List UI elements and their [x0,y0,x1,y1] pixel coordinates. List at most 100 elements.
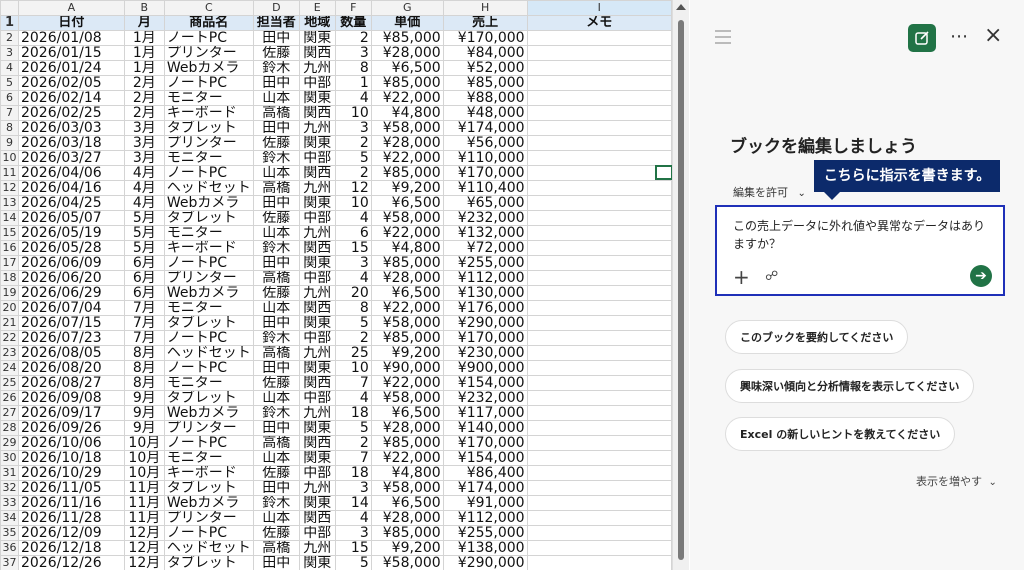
cell[interactable]: 3 [334,480,372,496]
cell[interactable]: ¥290,000 [442,315,528,331]
row-header[interactable]: 21 [0,315,19,331]
cell[interactable]: 数量 [334,15,372,31]
cell[interactable]: 10 [334,195,372,211]
cell[interactable]: 2026/11/28 [17,510,125,526]
cell[interactable]: ¥232,000 [442,210,528,226]
cell[interactable]: 6月 [123,255,165,271]
cell[interactable] [526,300,672,316]
cell[interactable] [526,390,672,406]
cell[interactable]: 高橋 [252,270,300,286]
send-button[interactable]: ➔ [970,265,992,287]
cell[interactable]: 3 [334,45,372,61]
cell[interactable]: ¥4,800 [370,465,444,481]
cell[interactable]: 2026/01/08 [17,30,125,46]
column-header[interactable]: G [370,0,444,16]
cell[interactable]: ¥28,000 [370,45,444,61]
row-header[interactable]: 28 [0,420,19,436]
cell[interactable]: ¥174,000 [442,480,528,496]
cell[interactable]: 関西 [298,375,336,391]
cell[interactable]: ¥58,000 [370,120,444,136]
cell[interactable] [526,120,672,136]
cell[interactable] [526,255,672,271]
cell[interactable]: 5月 [123,240,165,256]
cell[interactable]: 佐藤 [252,465,300,481]
cell[interactable]: ¥22,000 [370,225,444,241]
suggestion-trends[interactable]: 興味深い傾向と分析情報を表示してください [725,369,975,403]
cell[interactable]: 中部 [298,330,336,346]
row-header[interactable]: 36 [0,540,19,556]
cell[interactable]: 関東 [298,255,336,271]
cell[interactable]: ¥110,400 [442,180,528,196]
cell[interactable]: 2 [334,435,372,451]
cell[interactable]: 関東 [298,90,336,106]
cell[interactable]: タブレット [163,390,254,406]
cell[interactable]: ¥154,000 [442,375,528,391]
cell[interactable] [526,450,672,466]
cell[interactable]: 関西 [298,45,336,61]
row-header[interactable]: 6 [0,90,19,106]
cell[interactable]: 関東 [298,360,336,376]
cell[interactable]: 8 [334,300,372,316]
cell[interactable]: 2026/05/28 [17,240,125,256]
cell[interactable]: 佐藤 [252,285,300,301]
permission-dropdown[interactable]: 編集を許可 ⌄ [733,184,806,200]
cell[interactable]: ¥232,000 [442,390,528,406]
cell[interactable]: 8月 [123,360,165,376]
cell[interactable]: 9月 [123,390,165,406]
cell[interactable]: Webカメラ [163,495,254,511]
cell[interactable]: ¥170,000 [442,330,528,346]
cell[interactable]: ¥132,000 [442,225,528,241]
cell[interactable]: ¥85,000 [370,75,444,91]
row-header[interactable]: 17 [0,255,19,271]
cell[interactable]: 2026/09/26 [17,420,125,436]
row-header[interactable]: 13 [0,195,19,211]
cell[interactable]: ¥85,000 [370,435,444,451]
cell[interactable]: 担当者 [252,15,300,31]
cell[interactable]: モニター [163,225,254,241]
prompt-text[interactable]: この売上データに外れ値や異常なデータはありますか？ [733,217,995,253]
cell[interactable]: ¥65,000 [442,195,528,211]
cell[interactable]: ノートPC [163,30,254,46]
row-header[interactable]: 20 [0,300,19,316]
cell[interactable]: ¥170,000 [442,165,528,181]
cell[interactable]: モニター [163,375,254,391]
cell[interactable]: 田中 [252,315,300,331]
cell[interactable]: 2026/05/07 [17,210,125,226]
cell[interactable]: 11月 [123,495,165,511]
cell[interactable]: 2026/06/09 [17,255,125,271]
cell[interactable]: ¥28,000 [370,510,444,526]
cell[interactable]: 九州 [298,405,336,421]
cell[interactable]: 月 [123,15,165,31]
cell[interactable]: 2026/04/25 [17,195,125,211]
cell[interactable]: ¥176,000 [442,300,528,316]
cell[interactable]: ¥58,000 [370,210,444,226]
cell[interactable]: 2026/09/08 [17,390,125,406]
cell[interactable]: 8 [334,60,372,76]
cell[interactable]: ¥22,000 [370,450,444,466]
cell[interactable]: 2026/08/20 [17,360,125,376]
column-header[interactable]: E [298,0,336,16]
cell[interactable]: 8月 [123,375,165,391]
cell[interactable]: 2026/01/24 [17,60,125,76]
cell[interactable]: ¥28,000 [370,135,444,151]
row-header[interactable]: 27 [0,405,19,421]
cell[interactable]: モニター [163,150,254,166]
cell[interactable]: ヘッドセット [163,180,254,196]
cell[interactable]: 九州 [298,480,336,496]
cell[interactable]: 3月 [123,150,165,166]
cell[interactable]: ¥138,000 [442,540,528,556]
row-header[interactable]: 8 [0,120,19,136]
row-header[interactable]: 10 [0,150,19,166]
cell[interactable]: 2026/10/18 [17,450,125,466]
cell[interactable] [526,360,672,376]
cell[interactable]: ¥88,000 [442,90,528,106]
cell[interactable]: 高橋 [252,180,300,196]
cell[interactable]: 15 [334,540,372,556]
cell[interactable]: ¥85,000 [370,525,444,541]
cell[interactable]: ヘッドセット [163,540,254,556]
cell[interactable]: ¥4,800 [370,105,444,121]
cell[interactable] [526,90,672,106]
cell[interactable]: 4月 [123,195,165,211]
cell[interactable]: ノートPC [163,255,254,271]
cell[interactable]: 10月 [123,450,165,466]
